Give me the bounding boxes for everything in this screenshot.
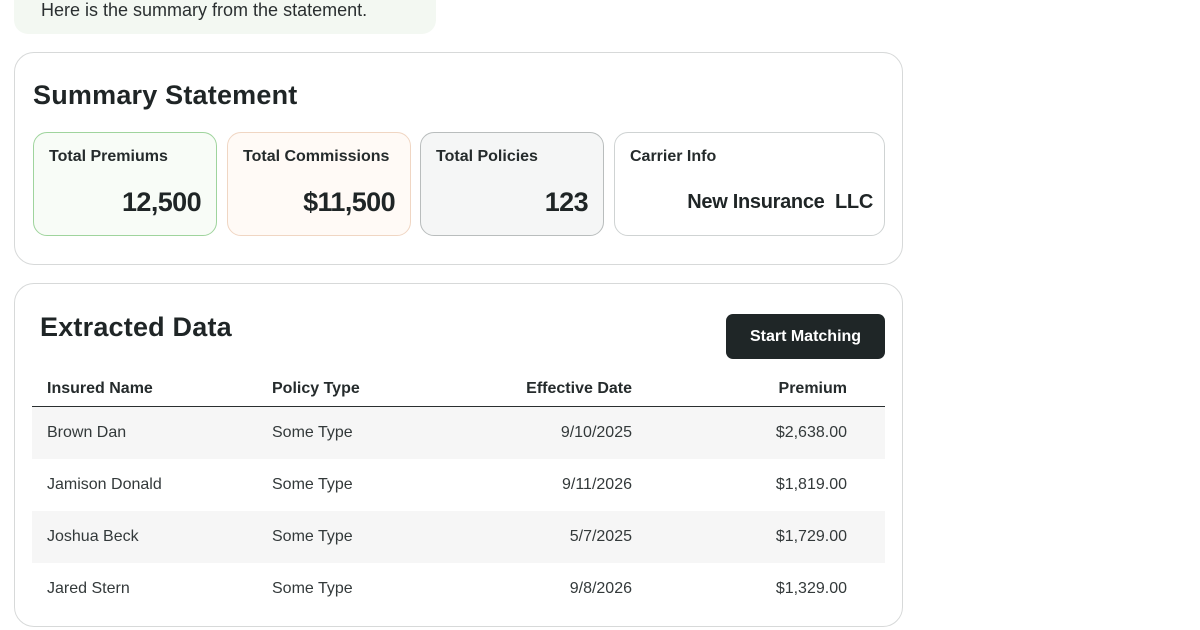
total-policies-label: Total Policies xyxy=(436,148,538,165)
cell-insured-name: Joshua Beck xyxy=(47,528,139,545)
page: Here is the summary from the statement. … xyxy=(0,0,1200,630)
column-header-effective-date[interactable]: Effective Date xyxy=(526,380,632,398)
total-commissions-value: $11,500 xyxy=(303,187,396,217)
cell-premium: $2,638.00 xyxy=(775,424,847,441)
start-matching-button[interactable]: Start Matching xyxy=(726,314,885,359)
carrier-info-label: Carrier Info xyxy=(630,148,717,165)
chat-message-text: Here is the summary from the statement. xyxy=(41,0,368,20)
cell-premium: $1,819.00 xyxy=(775,476,847,493)
cell-policy-type: Some Type xyxy=(272,476,353,493)
carrier-info-value: New Insurance LLC xyxy=(687,191,873,213)
extracted-data-table: Insured Name Policy Type Effective Date … xyxy=(32,368,885,615)
table-header: Insured Name Policy Type Effective Date … xyxy=(32,368,885,407)
cell-effective-date: 9/10/2025 xyxy=(560,424,632,441)
table-row[interactable]: Joshua Beck Some Type 5/7/2025 $1,729.00 xyxy=(32,511,885,563)
table-row[interactable]: Jared Stern Some Type 9/8/2026 $1,329.00 xyxy=(32,563,885,615)
column-header-insured-name[interactable]: Insured Name xyxy=(47,380,153,398)
extracted-data-card: Extracted Data Start Matching Insured Na… xyxy=(14,283,903,627)
cell-insured-name: Jared Stern xyxy=(47,580,130,597)
table-row[interactable]: Brown Dan Some Type 9/10/2025 $2,638.00 xyxy=(32,407,885,459)
total-policies-card: Total Policies 123 xyxy=(420,132,604,236)
total-premiums-card: Total Premiums 12,500 xyxy=(33,132,217,236)
total-premiums-label: Total Premiums xyxy=(49,148,168,165)
column-header-premium[interactable]: Premium xyxy=(779,380,847,398)
chat-message: Here is the summary from the statement. xyxy=(14,0,436,34)
total-commissions-label: Total Commissions xyxy=(243,148,390,165)
total-premiums-value: 12,500 xyxy=(122,187,202,217)
table-row[interactable]: Jamison Donald Some Type 9/11/2026 $1,81… xyxy=(32,459,885,511)
summary-statement-card: Summary Statement Total Premiums 12,500 … xyxy=(14,52,903,265)
total-commissions-card: Total Commissions $11,500 xyxy=(227,132,411,236)
cell-policy-type: Some Type xyxy=(272,580,353,597)
cell-premium: $1,729.00 xyxy=(775,528,847,545)
cell-effective-date: 9/11/2026 xyxy=(562,476,632,493)
carrier-info-card: Carrier Info New Insurance LLC xyxy=(614,132,885,236)
total-policies-value: 123 xyxy=(544,187,589,217)
cell-premium: $1,329.00 xyxy=(775,580,847,597)
column-header-policy-type[interactable]: Policy Type xyxy=(272,380,360,398)
summary-title: Summary Statement xyxy=(33,80,298,110)
cell-insured-name: Jamison Donald xyxy=(47,476,162,493)
cell-effective-date: 5/7/2025 xyxy=(569,528,632,545)
extracted-title: Extracted Data xyxy=(40,312,232,342)
cell-policy-type: Some Type xyxy=(272,424,353,441)
cell-policy-type: Some Type xyxy=(272,528,353,545)
cell-effective-date: 9/8/2026 xyxy=(569,580,632,597)
cell-insured-name: Brown Dan xyxy=(47,424,127,441)
